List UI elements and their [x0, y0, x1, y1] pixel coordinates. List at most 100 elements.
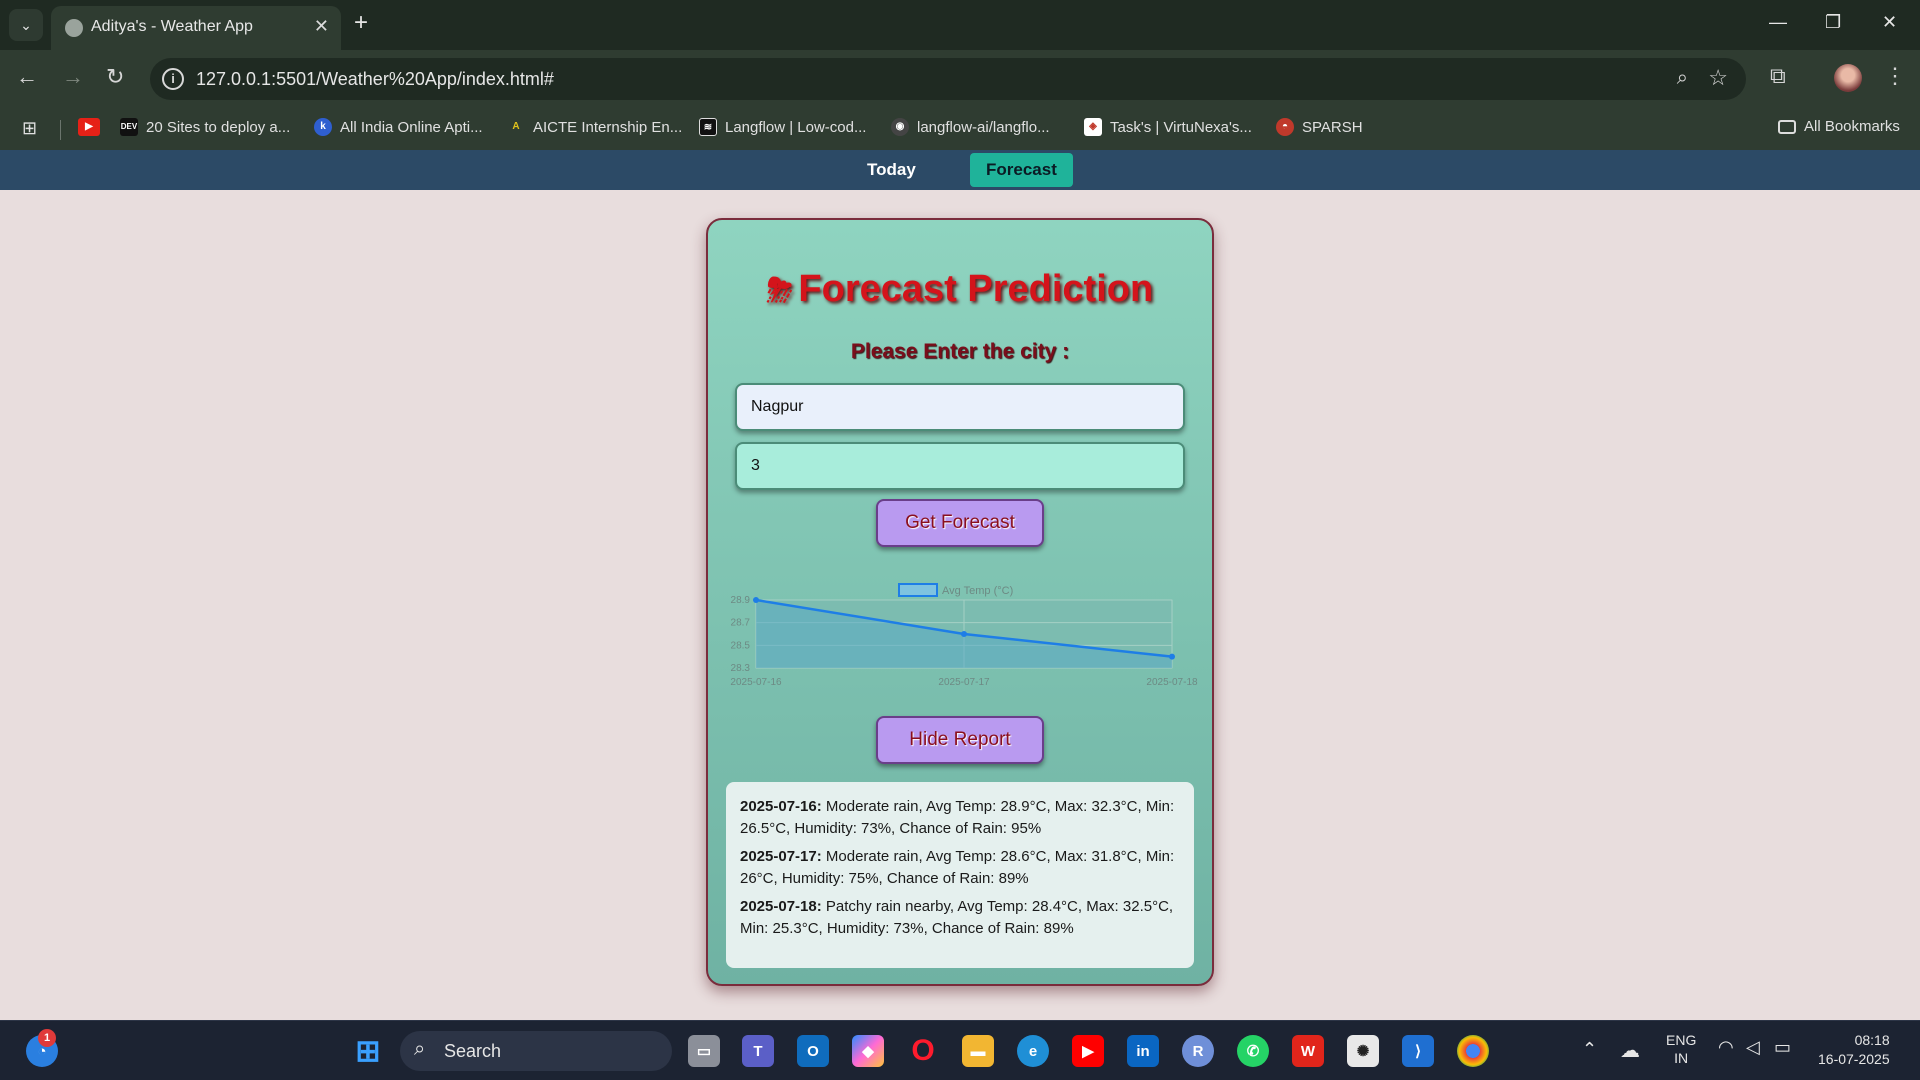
bookmark-star-icon[interactable]: ☆ — [1708, 65, 1728, 91]
report-entry: 2025-07-16: Moderate rain, Avg Temp: 28.… — [740, 796, 1180, 840]
bookmark-label: SPARSH — [1302, 118, 1363, 136]
wifi-icon[interactable]: ◠ — [1718, 1037, 1734, 1058]
all-bookmarks-label: All Bookmarks — [1804, 118, 1900, 135]
show-hidden-icons-icon[interactable]: ⌃ — [1582, 1039, 1597, 1060]
back-icon[interactable]: ← — [16, 64, 38, 90]
language-indicator[interactable]: ENG IN — [1666, 1031, 1696, 1067]
all-bookmarks-button[interactable]: All Bookmarks — [1778, 118, 1900, 135]
clock[interactable]: 08:18 16-07-2025 — [1818, 1031, 1890, 1069]
forecast-card: ⛈ Forecast Prediction Please Enter the ci… — [706, 218, 1214, 986]
youtube-taskbar-icon[interactable]: ▶ — [1072, 1035, 1104, 1067]
x-tick-label: 2025-07-18 — [1146, 677, 1198, 688]
data-point — [753, 597, 759, 603]
x-tick-label: 2025-07-16 — [730, 677, 782, 688]
apps-grid-icon[interactable]: ⊞ — [22, 118, 37, 139]
forward-icon[interactable]: → — [62, 64, 84, 90]
y-tick-label: 28.3 — [731, 663, 751, 674]
y-tick-label: 28.9 — [731, 595, 751, 606]
linkedin-icon[interactable]: in — [1127, 1035, 1159, 1067]
legend-label: Avg Temp (°C) — [942, 585, 1013, 597]
tab-search-button[interactable]: ⌄ — [9, 9, 43, 41]
tab-today[interactable]: Today — [851, 153, 932, 187]
report-date: 2025-07-16: — [740, 798, 822, 815]
site-info-icon[interactable]: i — [162, 68, 184, 90]
restore-icon[interactable]: ❐ — [1825, 12, 1841, 33]
page-title: ⛈ Forecast Prediction — [708, 268, 1212, 311]
sparsh-icon: ◓ — [1276, 118, 1294, 136]
bookmark-item[interactable]: ◓ SPARSH — [1276, 118, 1363, 136]
notification-badge: 1 — [38, 1029, 56, 1047]
bookmark-item[interactable]: A AICTE Internship En... — [507, 118, 682, 136]
youtube-icon[interactable]: ▶ — [78, 118, 108, 136]
city-input[interactable] — [735, 383, 1185, 431]
taskbar-search-label: Search — [444, 1041, 502, 1061]
langflow-icon: ≋ — [699, 118, 717, 136]
browser-toolbar: ← → ↻ i 127.0.0.1:5501/Weather%20App/ind… — [0, 50, 1920, 108]
vscode-icon[interactable]: ⟩ — [1402, 1035, 1434, 1067]
windows-taskbar: ◔ 1 ⊞ ⌕ Search ▭ T O ◆ O ▬ e ▶ in R ✆ W … — [0, 1020, 1920, 1080]
report-entry: 2025-07-17: Moderate rain, Avg Temp: 28.… — [740, 846, 1180, 890]
legend-swatch — [898, 583, 938, 597]
bookmark-label: Task's | VirtuNexa's... — [1110, 118, 1252, 136]
bookmarks-bar: ⊞ ▶ DEV 20 Sites to deploy a... k All Indi… — [0, 108, 1920, 150]
tab-title: Aditya's - Weather App — [91, 18, 253, 35]
report-date: 2025-07-17: — [740, 848, 822, 865]
chrome-icon[interactable] — [1457, 1035, 1489, 1067]
search-icon: ⌕ — [414, 1038, 426, 1060]
outlook-icon[interactable]: O — [797, 1035, 829, 1067]
url-text[interactable]: 127.0.0.1:5501/Weather%20App/index.html# — [196, 69, 554, 90]
folder-icon — [1778, 119, 1796, 134]
avatar[interactable] — [1834, 64, 1862, 92]
bookmark-label: 20 Sites to deploy a... — [146, 118, 291, 136]
new-tab-button[interactable]: + — [354, 11, 368, 35]
bookmark-item[interactable]: DEV 20 Sites to deploy a... — [120, 118, 290, 136]
menu-kebab-icon[interactable]: ⋮ — [1884, 63, 1906, 89]
address-bar[interactable]: i 127.0.0.1:5501/Weather%20App/index.htm… — [150, 58, 1746, 100]
data-point — [1169, 653, 1175, 660]
hide-report-button[interactable]: Hide Report — [876, 716, 1044, 764]
taskbar-search[interactable]: ⌕ Search — [400, 1031, 672, 1071]
dev-icon: DEV — [120, 118, 138, 136]
minimize-icon[interactable]: — — [1769, 12, 1787, 33]
globe-icon — [65, 19, 83, 37]
extensions-icon[interactable]: ⧉ — [1770, 63, 1786, 89]
windows-start-icon[interactable]: ⊞ — [352, 1035, 384, 1068]
bookmark-label: All India Online Apti... — [340, 118, 483, 136]
battery-icon[interactable]: ▭ — [1774, 1037, 1791, 1058]
bookmark-item[interactable]: ◉ langflow-ai/langflo... — [891, 118, 1050, 136]
tab-forecast[interactable]: Forecast — [970, 153, 1073, 187]
reload-icon[interactable]: ↻ — [106, 64, 124, 90]
browser-tab-active[interactable]: Aditya's - Weather App ✕ — [51, 6, 341, 50]
x-tick-label: 2025-07-17 — [938, 677, 990, 688]
close-tab-icon[interactable]: ✕ — [314, 16, 329, 37]
bookmark-divider — [60, 120, 61, 140]
chevron-down-icon: ⌄ — [20, 16, 32, 33]
days-input[interactable] — [735, 442, 1185, 490]
get-forecast-button[interactable]: Get Forecast — [876, 499, 1044, 547]
copilot-icon[interactable]: ◆ — [852, 1035, 884, 1067]
wps-icon[interactable]: W — [1292, 1035, 1324, 1067]
volume-icon[interactable]: ◁ — [1746, 1037, 1760, 1058]
r-app-icon[interactable]: R — [1182, 1035, 1214, 1067]
chatgpt-icon[interactable]: ✺ — [1347, 1035, 1379, 1067]
bookmark-item[interactable]: ◈ Task's | VirtuNexa's... — [1084, 118, 1252, 136]
lang-text: ENG — [1666, 1032, 1697, 1048]
teams-icon[interactable]: T — [742, 1035, 774, 1067]
avg-temp-chart: 28.9 28.7 28.5 28.3 2025-07-16 2025-07-17 2025… — [730, 583, 1198, 688]
bookmark-item[interactable]: k All India Online Apti... — [314, 118, 483, 136]
close-window-icon[interactable]: ✕ — [1882, 12, 1897, 33]
bookmark-item[interactable]: ≋ Langflow | Low-cod... — [699, 118, 866, 136]
edge-icon[interactable]: e — [1017, 1035, 1049, 1067]
virtunexa-icon: ◈ — [1084, 118, 1102, 136]
task-view-icon[interactable]: ▭ — [688, 1035, 720, 1067]
city-prompt-label: Please Enter the city : — [850, 340, 1070, 363]
whatsapp-icon[interactable]: ✆ — [1237, 1035, 1269, 1067]
opera-icon[interactable]: O — [907, 1034, 939, 1067]
browser-tab-strip: ⌄ Aditya's - Weather App ✕ + — ❐ ✕ — [0, 0, 1920, 50]
onedrive-icon[interactable]: ☁ — [1620, 1038, 1640, 1063]
file-explorer-icon[interactable]: ▬ — [962, 1035, 994, 1067]
zoom-icon[interactable]: ⌕ — [1677, 67, 1688, 90]
bookmark-label: AICTE Internship En... — [533, 118, 683, 136]
aicte-icon: A — [512, 121, 520, 132]
y-tick-label: 28.7 — [731, 618, 751, 629]
